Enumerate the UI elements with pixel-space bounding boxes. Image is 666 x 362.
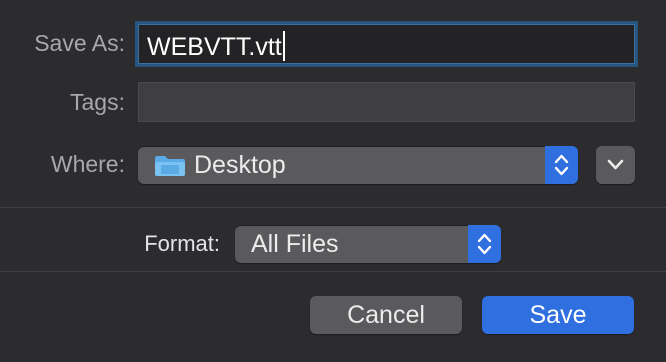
folder-icon	[155, 156, 185, 176]
divider-top	[0, 207, 666, 208]
where-label: Where:	[50, 151, 125, 177]
up-down-chevron-icon	[477, 233, 492, 255]
save-as-value: WEBVTT.vtt	[147, 33, 282, 61]
chevron-down-icon	[607, 159, 624, 170]
format-value: All Files	[251, 230, 339, 258]
save-dialog: Save As: WEBVTT.vtt Tags: Where: Desktop…	[0, 0, 666, 362]
save-as-input[interactable]: WEBVTT.vtt	[138, 24, 635, 64]
cancel-button[interactable]: Cancel	[310, 296, 462, 334]
text-caret	[282, 31, 285, 61]
where-location-popup[interactable]: Desktop	[138, 146, 578, 184]
divider-bottom	[0, 271, 666, 272]
where-stepper	[545, 146, 578, 184]
save-button[interactable]: Save	[482, 296, 634, 334]
where-value: Desktop	[194, 151, 286, 179]
format-stepper	[468, 225, 501, 263]
up-down-chevron-icon	[554, 154, 569, 176]
tags-input[interactable]	[138, 82, 635, 122]
format-label: Format:	[144, 231, 220, 256]
format-popup[interactable]: All Files	[235, 225, 501, 263]
expand-dialog-button[interactable]	[596, 146, 635, 184]
save-as-label: Save As:	[34, 30, 125, 56]
tags-label: Tags:	[70, 89, 125, 115]
